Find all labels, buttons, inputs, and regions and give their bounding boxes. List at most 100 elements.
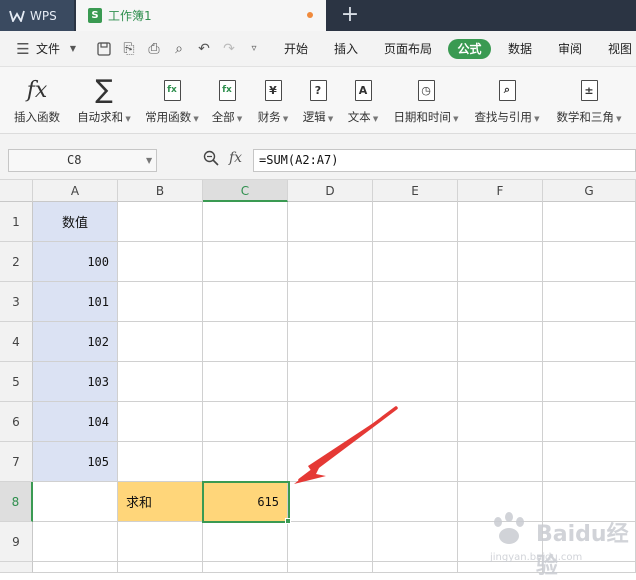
column-header-a[interactable]: A	[33, 180, 118, 202]
cell-d5[interactable]	[288, 362, 373, 402]
column-header-c[interactable]: C	[203, 180, 288, 202]
cell-f6[interactable]	[458, 402, 543, 442]
logical-button[interactable]: ? 逻辑 ▼	[301, 75, 335, 129]
cell-b6[interactable]	[118, 402, 203, 442]
tab-data[interactable]: 数据	[508, 31, 532, 67]
chevron-down-icon[interactable]: ▼	[64, 31, 82, 67]
cell-b3[interactable]	[118, 282, 203, 322]
cell-d3[interactable]	[288, 282, 373, 322]
cell-c4[interactable]	[203, 322, 288, 362]
column-header-b[interactable]: B	[118, 180, 203, 202]
tab-view[interactable]: 视图	[608, 31, 632, 67]
cell-b7[interactable]	[118, 442, 203, 482]
row-header-1[interactable]: 1	[0, 202, 33, 242]
customize-toolbar-icon[interactable]: ▿	[245, 31, 263, 67]
cell-a2[interactable]: 100	[33, 242, 118, 282]
cell-c2[interactable]	[203, 242, 288, 282]
cell-b1[interactable]	[118, 202, 203, 242]
insert-function-button[interactable]: fx 插入函数	[10, 75, 64, 129]
cell-a10[interactable]	[33, 562, 118, 573]
name-box-dropdown-icon[interactable]: ▼	[146, 149, 156, 172]
cell-c7[interactable]	[203, 442, 288, 482]
cell-b10[interactable]	[118, 562, 203, 573]
cell-c3[interactable]	[203, 282, 288, 322]
cell-b4[interactable]	[118, 322, 203, 362]
row-header-4[interactable]: 4	[0, 322, 33, 362]
cell-d4[interactable]	[288, 322, 373, 362]
fill-handle[interactable]	[285, 518, 291, 524]
row-header-7[interactable]: 7	[0, 442, 33, 482]
row-header-9[interactable]: 9	[0, 522, 33, 562]
cell-c9[interactable]	[203, 522, 288, 562]
cell-e10[interactable]	[373, 562, 458, 573]
cell-a6[interactable]: 104	[33, 402, 118, 442]
cell-g7[interactable]	[543, 442, 636, 482]
autosum-button[interactable]: ∑ 自动求和 ▼	[73, 75, 135, 129]
cell-e5[interactable]	[373, 362, 458, 402]
row-header-6[interactable]: 6	[0, 402, 33, 442]
cell-g1[interactable]	[543, 202, 636, 242]
format-painter-icon[interactable]: ⎘	[120, 31, 138, 67]
date-time-button[interactable]: ◷ 日期和时间 ▼	[391, 75, 461, 129]
cell-f2[interactable]	[458, 242, 543, 282]
common-functions-button[interactable]: fx 常用函数 ▼	[142, 75, 202, 129]
cell-b8[interactable]: 求和	[118, 482, 203, 522]
tab-formulas[interactable]: 公式	[448, 39, 491, 59]
save-icon[interactable]	[95, 31, 113, 67]
hamburger-menu-icon[interactable]: ☰	[14, 31, 32, 67]
cell-c6[interactable]	[203, 402, 288, 442]
cell-a7[interactable]: 105	[33, 442, 118, 482]
row-header-5[interactable]: 5	[0, 362, 33, 402]
cell-f4[interactable]	[458, 322, 543, 362]
cell-a9[interactable]	[33, 522, 118, 562]
text-button[interactable]: A 文本 ▼	[345, 75, 381, 129]
zoom-search-icon[interactable]	[203, 150, 221, 170]
cell-a3[interactable]: 101	[33, 282, 118, 322]
lookup-reference-button[interactable]: ⌕ 查找与引用 ▼	[472, 75, 542, 129]
cell-b9[interactable]	[118, 522, 203, 562]
column-header-f[interactable]: F	[458, 180, 543, 202]
select-all-corner[interactable]	[0, 180, 33, 202]
cell-c10[interactable]	[203, 562, 288, 573]
new-tab-button[interactable]: +	[338, 2, 362, 28]
cell-e9[interactable]	[373, 522, 458, 562]
column-header-g[interactable]: G	[543, 180, 636, 202]
cell-d9[interactable]	[288, 522, 373, 562]
row-header-10[interactable]	[0, 562, 33, 573]
cell-c1[interactable]	[203, 202, 288, 242]
row-header-8[interactable]: 8	[0, 482, 33, 522]
cell-f3[interactable]	[458, 282, 543, 322]
cell-c5[interactable]	[203, 362, 288, 402]
redo-icon[interactable]: ↷	[220, 31, 238, 67]
column-header-e[interactable]: E	[373, 180, 458, 202]
tab-page-layout[interactable]: 页面布局	[384, 31, 432, 67]
cell-a8[interactable]	[33, 482, 118, 522]
cell-f7[interactable]	[458, 442, 543, 482]
cell-g4[interactable]	[543, 322, 636, 362]
cell-g6[interactable]	[543, 402, 636, 442]
financial-button[interactable]: ¥ 财务 ▼	[256, 75, 290, 129]
cell-a4[interactable]: 102	[33, 322, 118, 362]
print-preview-icon[interactable]: ⌕	[170, 31, 188, 67]
cell-b5[interactable]	[118, 362, 203, 402]
cell-f1[interactable]	[458, 202, 543, 242]
file-menu[interactable]: 文件	[36, 31, 60, 67]
column-header-d[interactable]: D	[288, 180, 373, 202]
math-trig-button[interactable]: ± 数学和三角 ▼	[553, 75, 625, 129]
cell-d2[interactable]	[288, 242, 373, 282]
cell-f5[interactable]	[458, 362, 543, 402]
tab-insert[interactable]: 插入	[334, 31, 358, 67]
formula-input[interactable]: =SUM(A2:A7)	[253, 149, 636, 172]
row-header-2[interactable]: 2	[0, 242, 33, 282]
all-functions-button[interactable]: fx 全部 ▼	[210, 75, 244, 129]
cell-e3[interactable]	[373, 282, 458, 322]
cell-g2[interactable]	[543, 242, 636, 282]
cell-d10[interactable]	[288, 562, 373, 573]
tab-review[interactable]: 审阅	[558, 31, 582, 67]
insert-function-fx-icon[interactable]: fx	[229, 150, 249, 170]
name-box[interactable]: C8	[8, 149, 157, 172]
undo-icon[interactable]: ↶	[195, 31, 213, 67]
cell-a1[interactable]: 数值	[33, 202, 118, 242]
cell-a5[interactable]: 103	[33, 362, 118, 402]
row-header-3[interactable]: 3	[0, 282, 33, 322]
